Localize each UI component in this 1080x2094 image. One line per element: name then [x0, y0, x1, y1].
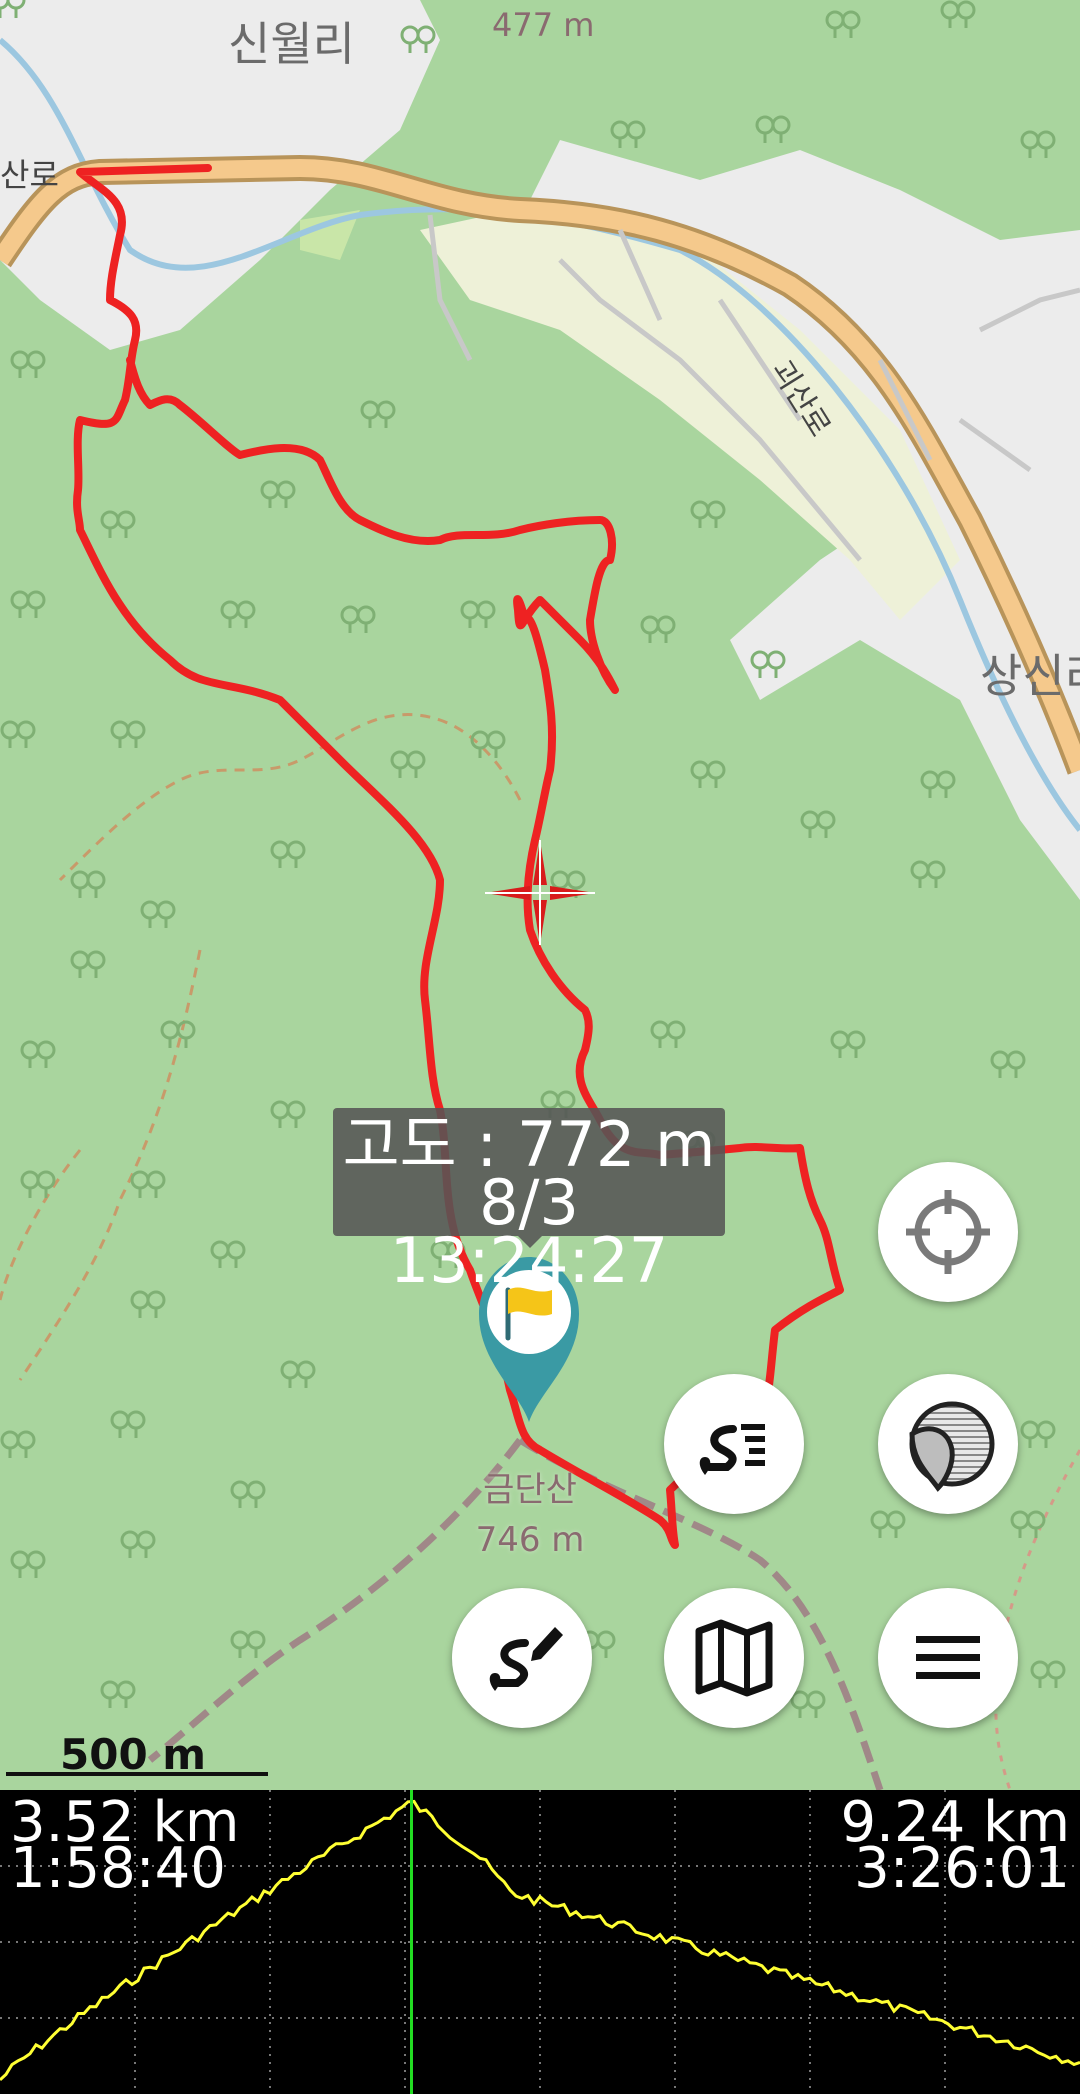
- peak-elevation-label: 746 m: [475, 1520, 585, 1560]
- scale-line: [6, 1772, 268, 1776]
- peak-name-label: 금단산: [483, 1470, 577, 1510]
- hamburger-menu-icon: [916, 1636, 980, 1679]
- tooltip-arrow: [518, 1236, 542, 1248]
- left-time: 1:58:40: [10, 1836, 226, 1901]
- my-location-button[interactable]: [878, 1162, 1018, 1302]
- map-select-button[interactable]: [664, 1588, 804, 1728]
- track-list-icon: [699, 1424, 765, 1475]
- map-center-crosshair: [485, 840, 595, 945]
- crosshair-icon: [906, 1190, 990, 1274]
- layer-peel-icon: [909, 1401, 995, 1492]
- track-edit-button[interactable]: [452, 1588, 592, 1728]
- village-label: 신월리: [228, 17, 355, 71]
- scale-bar: 500 m: [6, 1730, 268, 1780]
- main-menu-button[interactable]: [878, 1588, 1018, 1728]
- map-view[interactable]: 신월리 477 m 산로 괴산로 상신리 금단산 746 m 고도 : 772 …: [0, 0, 1080, 1790]
- right-time: 3:26:01: [854, 1836, 1070, 1901]
- elevation-profile[interactable]: 3.52 km 1:58:40 9.24 km 3:26:01: [0, 1790, 1080, 2094]
- route-edit-icon: [489, 1627, 563, 1691]
- map-layer-button[interactable]: [878, 1374, 1018, 1514]
- elevation-label: 477 m: [492, 6, 595, 44]
- trail: [0, 1149, 82, 1301]
- trail: [18, 949, 202, 1381]
- track-list-button[interactable]: [664, 1374, 804, 1514]
- village-label: 상신리: [980, 649, 1080, 703]
- folded-map-icon: [695, 1619, 773, 1697]
- trail: [994, 1449, 1080, 1790]
- road-label: 산로: [0, 156, 59, 194]
- timestamp-text: 8/3 13:24:27: [389, 1166, 669, 1297]
- point-info-tooltip: 고도 : 772 m 8/3 13:24:27: [333, 1108, 725, 1292]
